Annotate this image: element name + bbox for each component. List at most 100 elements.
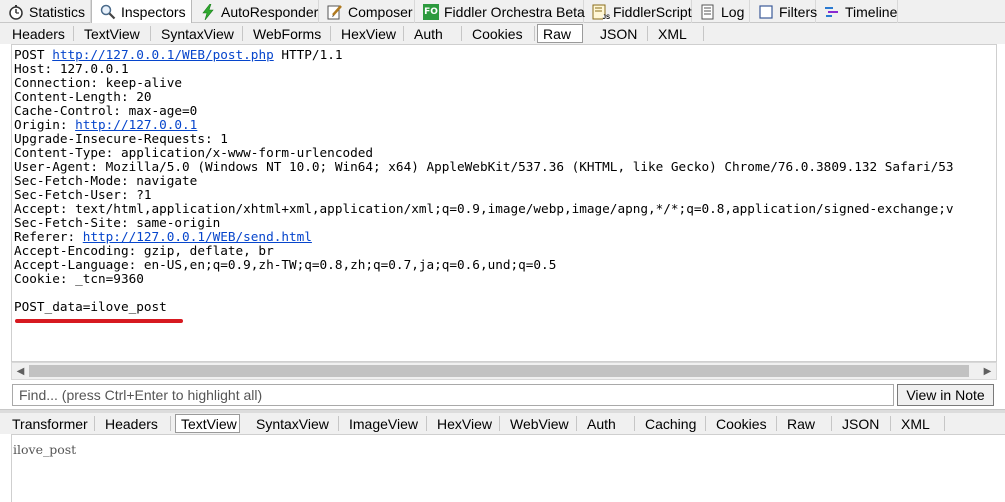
raw-line: Cookie: _tcn=9360 xyxy=(14,272,954,286)
tab-response-xml[interactable]: XML xyxy=(891,414,945,433)
tab-label: Headers xyxy=(105,415,158,432)
scroll-left-icon[interactable]: ◀ xyxy=(12,363,29,379)
tab-response-textview[interactable]: TextView xyxy=(175,414,240,433)
raw-text: Upgrade-Insecure-Requests: 1 xyxy=(14,131,228,146)
timeline-icon xyxy=(824,4,840,20)
tab-autoresponder[interactable]: AutoResponder xyxy=(192,0,319,23)
raw-text: POST xyxy=(14,47,53,62)
tab-label: Auth xyxy=(414,25,443,42)
main-tab-bar: Statistics Inspectors AutoResponder Comp… xyxy=(0,0,1005,23)
tab-request-textview[interactable]: TextView xyxy=(74,24,151,43)
tab-label: Headers xyxy=(12,25,65,42)
url-link[interactable]: http://127.0.0.1 xyxy=(75,117,197,132)
raw-text: Accept-Encoding: gzip, deflate, br xyxy=(14,243,274,258)
request-view-tabs: Headers TextView SyntaxView WebForms Hex… xyxy=(0,23,1005,44)
horizontal-scrollbar[interactable]: ◀ ▶ xyxy=(11,362,997,380)
tab-label: Raw xyxy=(543,25,572,42)
tab-response-webview[interactable]: WebView xyxy=(500,414,577,433)
url-link[interactable]: http://127.0.0.1/WEB/post.php xyxy=(52,47,274,62)
raw-line: Content-Length: 20 xyxy=(14,90,954,104)
raw-line xyxy=(14,286,954,300)
tab-request-json[interactable]: JSON xyxy=(590,24,648,43)
raw-text: Sec-Fetch-Mode: navigate xyxy=(14,173,198,188)
raw-line: Sec-Fetch-Site: same-origin xyxy=(14,216,954,230)
tab-label: WebForms xyxy=(253,25,322,42)
tab-label: HexView xyxy=(437,415,492,432)
raw-line: Accept-Language: en-US,en;q=0.9,zh-TW;q=… xyxy=(14,258,954,272)
scroll-right-icon[interactable]: ▶ xyxy=(979,363,996,379)
tab-label: WebView xyxy=(510,415,569,432)
tab-label: FiddlerScript xyxy=(613,3,692,20)
raw-text: Cookie: _tcn=9360 xyxy=(14,271,144,286)
tab-request-syntaxview[interactable]: SyntaxView xyxy=(151,24,243,43)
raw-text: POST_data=ilove_post xyxy=(14,299,167,314)
raw-line: User-Agent: Mozilla/5.0 (Windows NT 10.0… xyxy=(14,160,954,174)
raw-text: Connection: keep-alive xyxy=(14,75,183,90)
raw-line: Sec-Fetch-User: ?1 xyxy=(14,188,954,202)
raw-text: Sec-Fetch-Site: same-origin xyxy=(14,215,221,230)
tab-request-raw[interactable]: Raw xyxy=(537,24,583,43)
tab-label: XML xyxy=(901,415,930,432)
tab-request-headers[interactable]: Headers xyxy=(2,24,74,43)
response-body-text: ilove_post xyxy=(13,442,77,457)
raw-text: User-Agent: Mozilla/5.0 (Windows NT 10.0… xyxy=(14,159,954,174)
tab-response-caching[interactable]: Caching xyxy=(635,414,706,433)
raw-text: HTTP/1.1 xyxy=(273,47,343,62)
tab-request-hexview[interactable]: HexView xyxy=(331,24,404,43)
button-label: View in Note xyxy=(906,387,985,403)
pencil-icon xyxy=(327,4,343,20)
tab-response-auth[interactable]: Auth xyxy=(577,414,635,433)
raw-text: Referer: xyxy=(14,229,83,244)
raw-line: Host: 127.0.0.1 xyxy=(14,62,954,76)
tab-request-webforms[interactable]: WebForms xyxy=(243,24,331,43)
tab-log[interactable]: Log xyxy=(692,0,750,23)
tab-response-imageview[interactable]: ImageView xyxy=(339,414,427,433)
raw-line: POST_data=ilove_post xyxy=(14,300,954,314)
raw-text: Cache-Control: max-age=0 xyxy=(14,103,198,118)
tab-response-raw[interactable]: Raw xyxy=(777,414,832,433)
raw-line: Connection: keep-alive xyxy=(14,76,954,90)
raw-line: Sec-Fetch-Mode: navigate xyxy=(14,174,954,188)
tab-request-auth[interactable]: Auth xyxy=(404,24,462,43)
response-view-tabs: Transformer Headers TextView SyntaxView … xyxy=(0,413,1005,434)
find-input[interactable] xyxy=(12,384,894,406)
tab-response-headers[interactable]: Headers xyxy=(95,414,171,433)
scrollbar-thumb[interactable] xyxy=(29,365,969,377)
tab-response-hexview[interactable]: HexView xyxy=(427,414,500,433)
tab-fiddlerscript[interactable]: JS FiddlerScript xyxy=(584,0,692,23)
tab-label: Filters xyxy=(779,3,818,20)
tab-inspectors[interactable]: Inspectors xyxy=(91,0,192,23)
tab-response-transformer[interactable]: Transformer xyxy=(2,414,95,433)
raw-line: Accept: text/html,application/xhtml+xml,… xyxy=(14,202,954,216)
raw-line: Content-Type: application/x-www-form-url… xyxy=(14,146,954,160)
checkbox-icon xyxy=(758,4,774,20)
tab-label: Raw xyxy=(787,415,816,432)
tab-label: JSON xyxy=(600,25,638,42)
tab-label: SyntaxView xyxy=(256,415,329,432)
tab-label: SyntaxView xyxy=(161,25,234,42)
tab-response-cookies[interactable]: Cookies xyxy=(706,414,777,433)
tab-fiddler-orchestra-beta[interactable]: FO Fiddler Orchestra Beta xyxy=(415,0,585,23)
tab-request-xml[interactable]: XML xyxy=(648,24,704,43)
raw-request-pane[interactable]: POST http://127.0.0.1/WEB/post.php HTTP/… xyxy=(11,44,997,362)
response-body-pane[interactable]: ilove_post xyxy=(11,434,1005,502)
tab-label: AutoResponder xyxy=(221,3,319,20)
url-link[interactable]: http://127.0.0.1/WEB/send.html xyxy=(83,229,312,244)
tab-filters[interactable]: Filters xyxy=(750,0,818,23)
view-in-note-button[interactable]: View in Note xyxy=(897,384,994,406)
tab-label: Timeline xyxy=(845,3,898,20)
tab-label: Cookies xyxy=(472,25,523,42)
tab-label: TextView xyxy=(84,25,140,42)
tab-label: Auth xyxy=(587,415,616,432)
raw-text: Content-Length: 20 xyxy=(14,89,152,104)
tab-composer[interactable]: Composer xyxy=(319,0,415,23)
tab-response-syntaxview[interactable]: SyntaxView xyxy=(246,414,339,433)
tab-statistics[interactable]: Statistics xyxy=(0,0,91,23)
raw-line: Origin: http://127.0.0.1 xyxy=(14,118,954,132)
tab-timeline[interactable]: Timeline xyxy=(816,0,898,23)
tab-response-json[interactable]: JSON xyxy=(832,414,891,433)
tab-request-cookies[interactable]: Cookies xyxy=(462,24,535,43)
raw-text: Content-Type: application/x-www-form-url… xyxy=(14,145,374,160)
tab-label: Cookies xyxy=(716,415,767,432)
stopwatch-icon xyxy=(8,4,24,20)
